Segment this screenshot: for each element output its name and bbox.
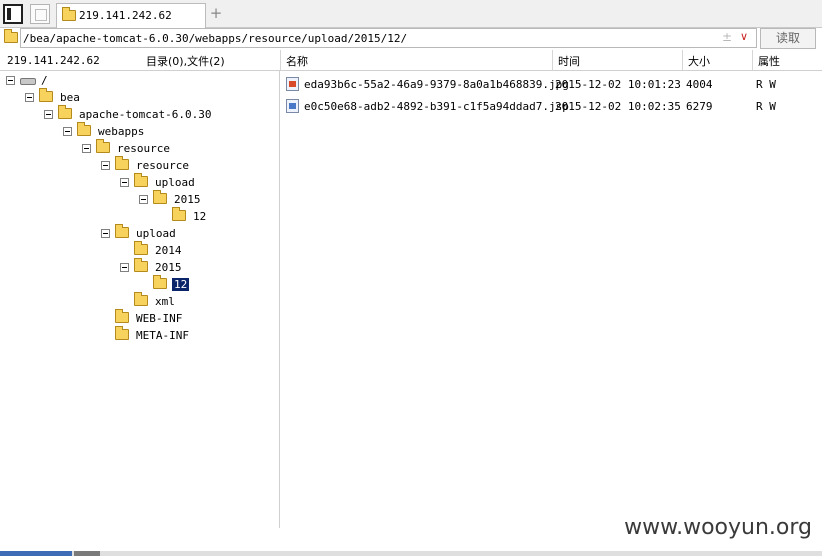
folder-icon: [115, 309, 129, 323]
script-file-icon: [286, 99, 299, 113]
chevron-down-icon[interactable]: ∨: [740, 30, 748, 43]
file-attr: R W: [756, 78, 776, 91]
folder-icon: [172, 207, 186, 221]
plus-minus-icon[interactable]: ±: [722, 30, 732, 44]
file-attr: R W: [756, 100, 776, 113]
dir-file-count: 目录(0),文件(2): [146, 55, 225, 68]
tab-label: 219.141.242.62: [79, 9, 172, 22]
tree-node-label: /: [41, 74, 48, 87]
file-time: 2015-12-02 10:02:35: [555, 100, 681, 113]
tree-node-label: 12: [193, 210, 207, 223]
folder-icon: [115, 224, 129, 238]
folder-icon: [4, 29, 18, 43]
file-list: eda93b6c-55a2-46a9-9379-8a0a1b468839.jpg…: [281, 71, 822, 528]
info-bar: 219.141.242.62 目录(0),文件(2) 名称 时间 大小 属性: [0, 50, 822, 71]
column-header-time[interactable]: 时间: [552, 50, 682, 70]
file-name: e0c50e68-adb2-4892-b391-c1f5a94ddad7.jsp: [304, 100, 569, 113]
watermark: www.wooyun.org: [624, 515, 812, 540]
tab-bar: 219.141.242.62 +: [0, 0, 822, 29]
tree-node-label: WEB-INF: [136, 312, 183, 325]
tree-node-label: 2015: [155, 261, 182, 274]
collapse-toggle-icon[interactable]: [139, 195, 148, 204]
collapse-toggle-icon[interactable]: [120, 263, 129, 272]
file-name: eda93b6c-55a2-46a9-9379-8a0a1b468839.jpg: [304, 78, 569, 91]
collapse-toggle-icon[interactable]: [6, 76, 15, 85]
tree-node-label: xml: [155, 295, 175, 308]
folder-icon: [115, 156, 129, 170]
folder-icon: [39, 88, 53, 102]
tree-node-label: 2014: [155, 244, 182, 257]
address-bar: /bea/apache-tomcat-6.0.30/webapps/resour…: [0, 28, 822, 50]
taskbar-button[interactable]: [0, 551, 72, 556]
panel-toggle-button[interactable]: [3, 4, 23, 24]
file-row[interactable]: e0c50e68-adb2-4892-b391-c1f5a94ddad7.jsp…: [281, 96, 822, 116]
collapse-toggle-icon[interactable]: [82, 144, 91, 153]
taskbar-button[interactable]: [74, 551, 100, 556]
new-window-button[interactable]: [30, 4, 50, 24]
folder-icon: [58, 105, 72, 119]
tree-node-label: 12: [172, 278, 190, 291]
drive-icon: [20, 78, 36, 85]
tree-node-label: 2015: [174, 193, 201, 206]
tree-node-label: apache-tomcat-6.0.30: [79, 108, 212, 121]
read-button[interactable]: 读取: [760, 28, 816, 49]
host-ip: 219.141.242.62: [7, 54, 100, 67]
column-header-name[interactable]: 名称: [280, 50, 552, 70]
tree-node-label: upload: [155, 176, 195, 189]
tree-node-label: bea: [60, 91, 80, 104]
folder-icon: [134, 258, 148, 272]
tree-node-label: META-INF: [136, 329, 189, 342]
image-file-icon: [286, 77, 299, 91]
path-input[interactable]: /bea/apache-tomcat-6.0.30/webapps/resour…: [20, 28, 757, 48]
folder-icon: [62, 7, 76, 21]
add-tab-button[interactable]: +: [208, 5, 224, 21]
folder-icon: [115, 326, 129, 340]
tree-node-label: resource: [117, 142, 170, 155]
collapse-toggle-icon[interactable]: [120, 178, 129, 187]
folder-icon: [96, 139, 110, 153]
folder-icon: [153, 275, 167, 289]
folder-icon: [134, 241, 148, 255]
tree-node-label: resource: [136, 159, 189, 172]
folder-icon: [153, 190, 167, 204]
collapse-toggle-icon[interactable]: [63, 127, 72, 136]
column-header-size[interactable]: 大小: [682, 50, 752, 70]
file-row[interactable]: eda93b6c-55a2-46a9-9379-8a0a1b468839.jpg…: [281, 74, 822, 94]
tree-node-label: webapps: [98, 125, 145, 138]
folder-icon: [134, 173, 148, 187]
collapse-toggle-icon[interactable]: [101, 229, 110, 238]
column-header-attr[interactable]: 属性: [752, 50, 822, 70]
taskbar-strip: [0, 551, 822, 556]
collapse-toggle-icon[interactable]: [101, 161, 110, 170]
folder-icon: [77, 122, 91, 136]
file-time: 2015-12-02 10:01:23: [555, 78, 681, 91]
file-size: 4004: [686, 78, 713, 91]
directory-tree: / bea apache-tomcat-6.0.30 webapps resource r…: [0, 71, 280, 528]
collapse-toggle-icon[interactable]: [44, 110, 53, 119]
tab-host[interactable]: 219.141.242.62: [56, 3, 206, 29]
folder-icon: [134, 292, 148, 306]
tree-node-label: upload: [136, 227, 176, 240]
file-size: 6279: [686, 100, 713, 113]
collapse-toggle-icon[interactable]: [25, 93, 34, 102]
